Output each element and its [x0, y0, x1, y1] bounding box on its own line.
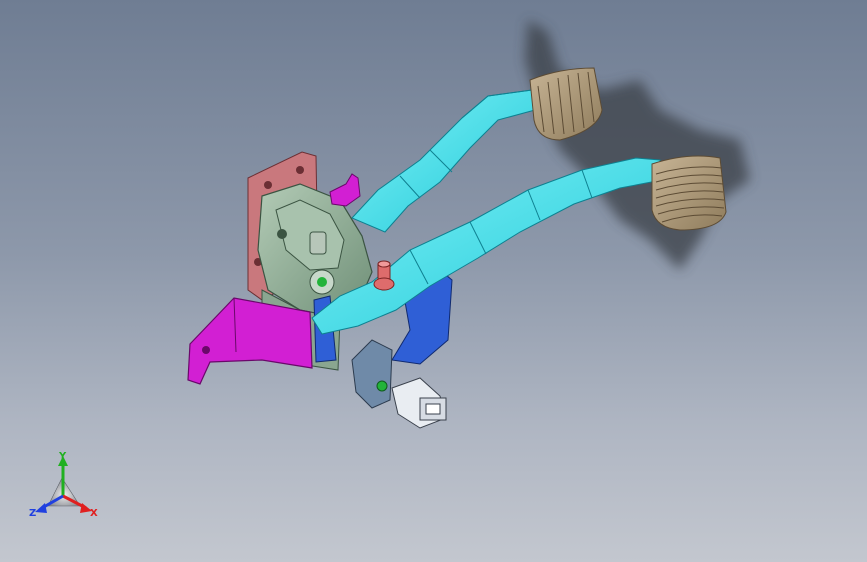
triad-z-arrow [35, 503, 47, 513]
model-canvas[interactable]: Y X Z [0, 0, 867, 562]
support-bracket[interactable] [187, 297, 313, 385]
triad-y-label: Y [58, 451, 67, 462]
stop-switch[interactable] [391, 377, 447, 429]
cad-viewport[interactable]: Y X Z [0, 0, 867, 562]
pushrod-stub[interactable] [329, 173, 361, 207]
brake-pedal-pad[interactable] [651, 155, 727, 231]
triad-z-label: Z [29, 508, 36, 519]
triad-x-label: X [90, 508, 98, 519]
switch-mount-bracket[interactable] [351, 339, 393, 409]
model-shadow [525, 20, 750, 270]
coordinate-triad[interactable]: Y X Z [29, 451, 98, 519]
